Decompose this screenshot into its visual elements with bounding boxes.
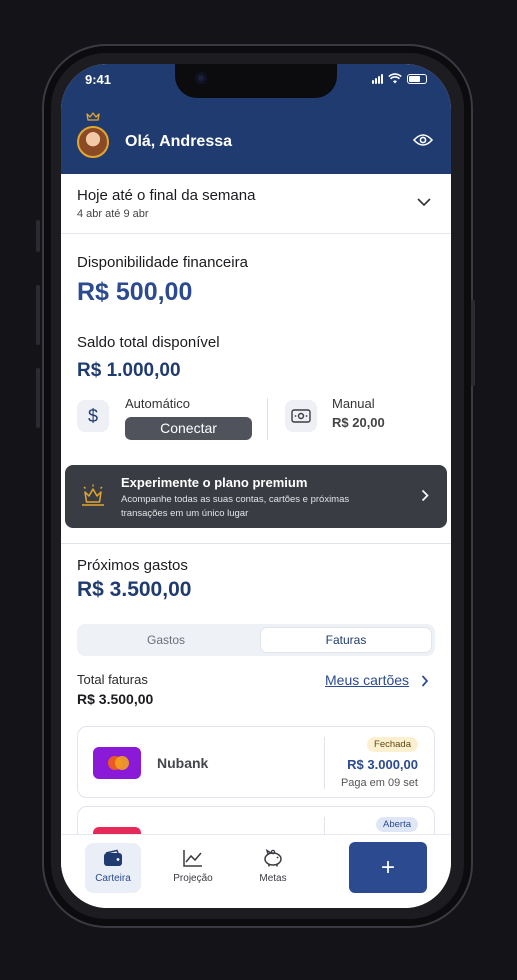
tab-gastos[interactable]: Gastos <box>81 628 251 652</box>
connect-button[interactable]: Conectar <box>125 417 252 440</box>
status-badge: Aberta <box>376 817 418 832</box>
upcoming-title: Próximos gastos <box>77 557 188 574</box>
period-selector[interactable]: Hoje até o final da semana 4 abr até 9 a… <box>61 174 451 234</box>
wifi-icon <box>388 73 402 84</box>
mastercard-logo-icon <box>93 747 141 779</box>
total-invoices-value: R$ 3.500,00 <box>77 691 154 707</box>
camera <box>195 72 207 84</box>
balance-value: R$ 1.000,00 <box>77 360 181 381</box>
add-button[interactable]: + <box>349 842 427 893</box>
nav-item-projecao[interactable]: Projeção <box>165 843 221 893</box>
nav-label: Carteira <box>95 873 131 884</box>
card-amount: R$ 3.000,00 <box>347 757 418 772</box>
nav-item-carteira[interactable]: Carteira <box>85 843 141 893</box>
my-cards-link[interactable]: Meus cartões <box>325 672 409 688</box>
piggy-bank-icon <box>245 843 301 869</box>
status-badge: Fechada <box>367 737 418 752</box>
crown-icon <box>86 112 100 121</box>
premium-title: Experimente o plano premium <box>121 475 308 490</box>
phone-volume-down <box>36 368 40 428</box>
premium-text: Acompanhe todas as suas contas, cartões … <box>121 494 350 519</box>
chevron-right-icon[interactable] <box>421 675 429 687</box>
avatar[interactable] <box>77 126 109 158</box>
phone-power-button <box>471 300 475 386</box>
nav-label: Projeção <box>173 873 213 884</box>
automatic-label: Automático <box>125 396 191 411</box>
signal-icon <box>372 73 383 84</box>
period-range: 4 abr até 9 abr <box>77 208 149 220</box>
availability-label: Disponibilidade financeira <box>77 254 248 271</box>
status-time: 9:41 <box>85 72 112 87</box>
card-name: Nubank <box>157 755 209 771</box>
profile[interactable] <box>77 112 109 158</box>
cash-icon <box>285 400 317 432</box>
nav-item-metas[interactable]: Metas <box>245 843 301 893</box>
card-due-date: Paga em 09 set <box>340 777 418 789</box>
upcoming-value: R$ 3.500,00 <box>77 578 192 601</box>
card-divider <box>324 737 325 789</box>
upcoming-tabs: Gastos Faturas <box>77 624 435 656</box>
phone-volume-up <box>36 285 40 345</box>
wallet-icon <box>85 843 141 869</box>
accounts-row: $ Automático Conectar Manual R$ 20,00 <box>77 396 435 442</box>
period-title: Hoje até o final da semana <box>77 187 256 204</box>
status-icons <box>372 73 427 84</box>
crown-icon <box>82 484 104 506</box>
availability-value: R$ 500,00 <box>77 278 193 306</box>
balance-label: Saldo total disponível <box>77 334 220 351</box>
greeting: Olá, Andressa <box>125 133 233 150</box>
accounts-divider <box>267 398 268 440</box>
tab-faturas[interactable]: Faturas <box>261 628 431 652</box>
bottom-nav: Carteira Projeção Metas + <box>61 834 451 908</box>
card-item[interactable]: Nubank Fechada R$ 3.000,00 Paga em 09 se… <box>77 726 435 798</box>
premium-banner[interactable]: Experimente o plano premium Acompanhe to… <box>65 465 447 528</box>
phone-side-button <box>36 220 40 252</box>
chevron-down-icon[interactable] <box>417 198 431 207</box>
section-divider <box>61 543 451 544</box>
manual-label: Manual <box>332 396 375 411</box>
chevron-right-icon[interactable] <box>421 489 429 502</box>
eye-icon[interactable] <box>413 133 433 147</box>
chart-icon <box>165 843 221 869</box>
dollar-icon: $ <box>77 400 109 432</box>
notch <box>175 64 337 98</box>
manual-value: R$ 20,00 <box>332 415 385 430</box>
battery-icon <box>407 73 427 84</box>
total-invoices-label: Total faturas <box>77 672 148 687</box>
nav-label: Metas <box>259 873 287 884</box>
app-screen: 9:41 Olá, Andressa Hoje até o final da s… <box>61 64 451 908</box>
